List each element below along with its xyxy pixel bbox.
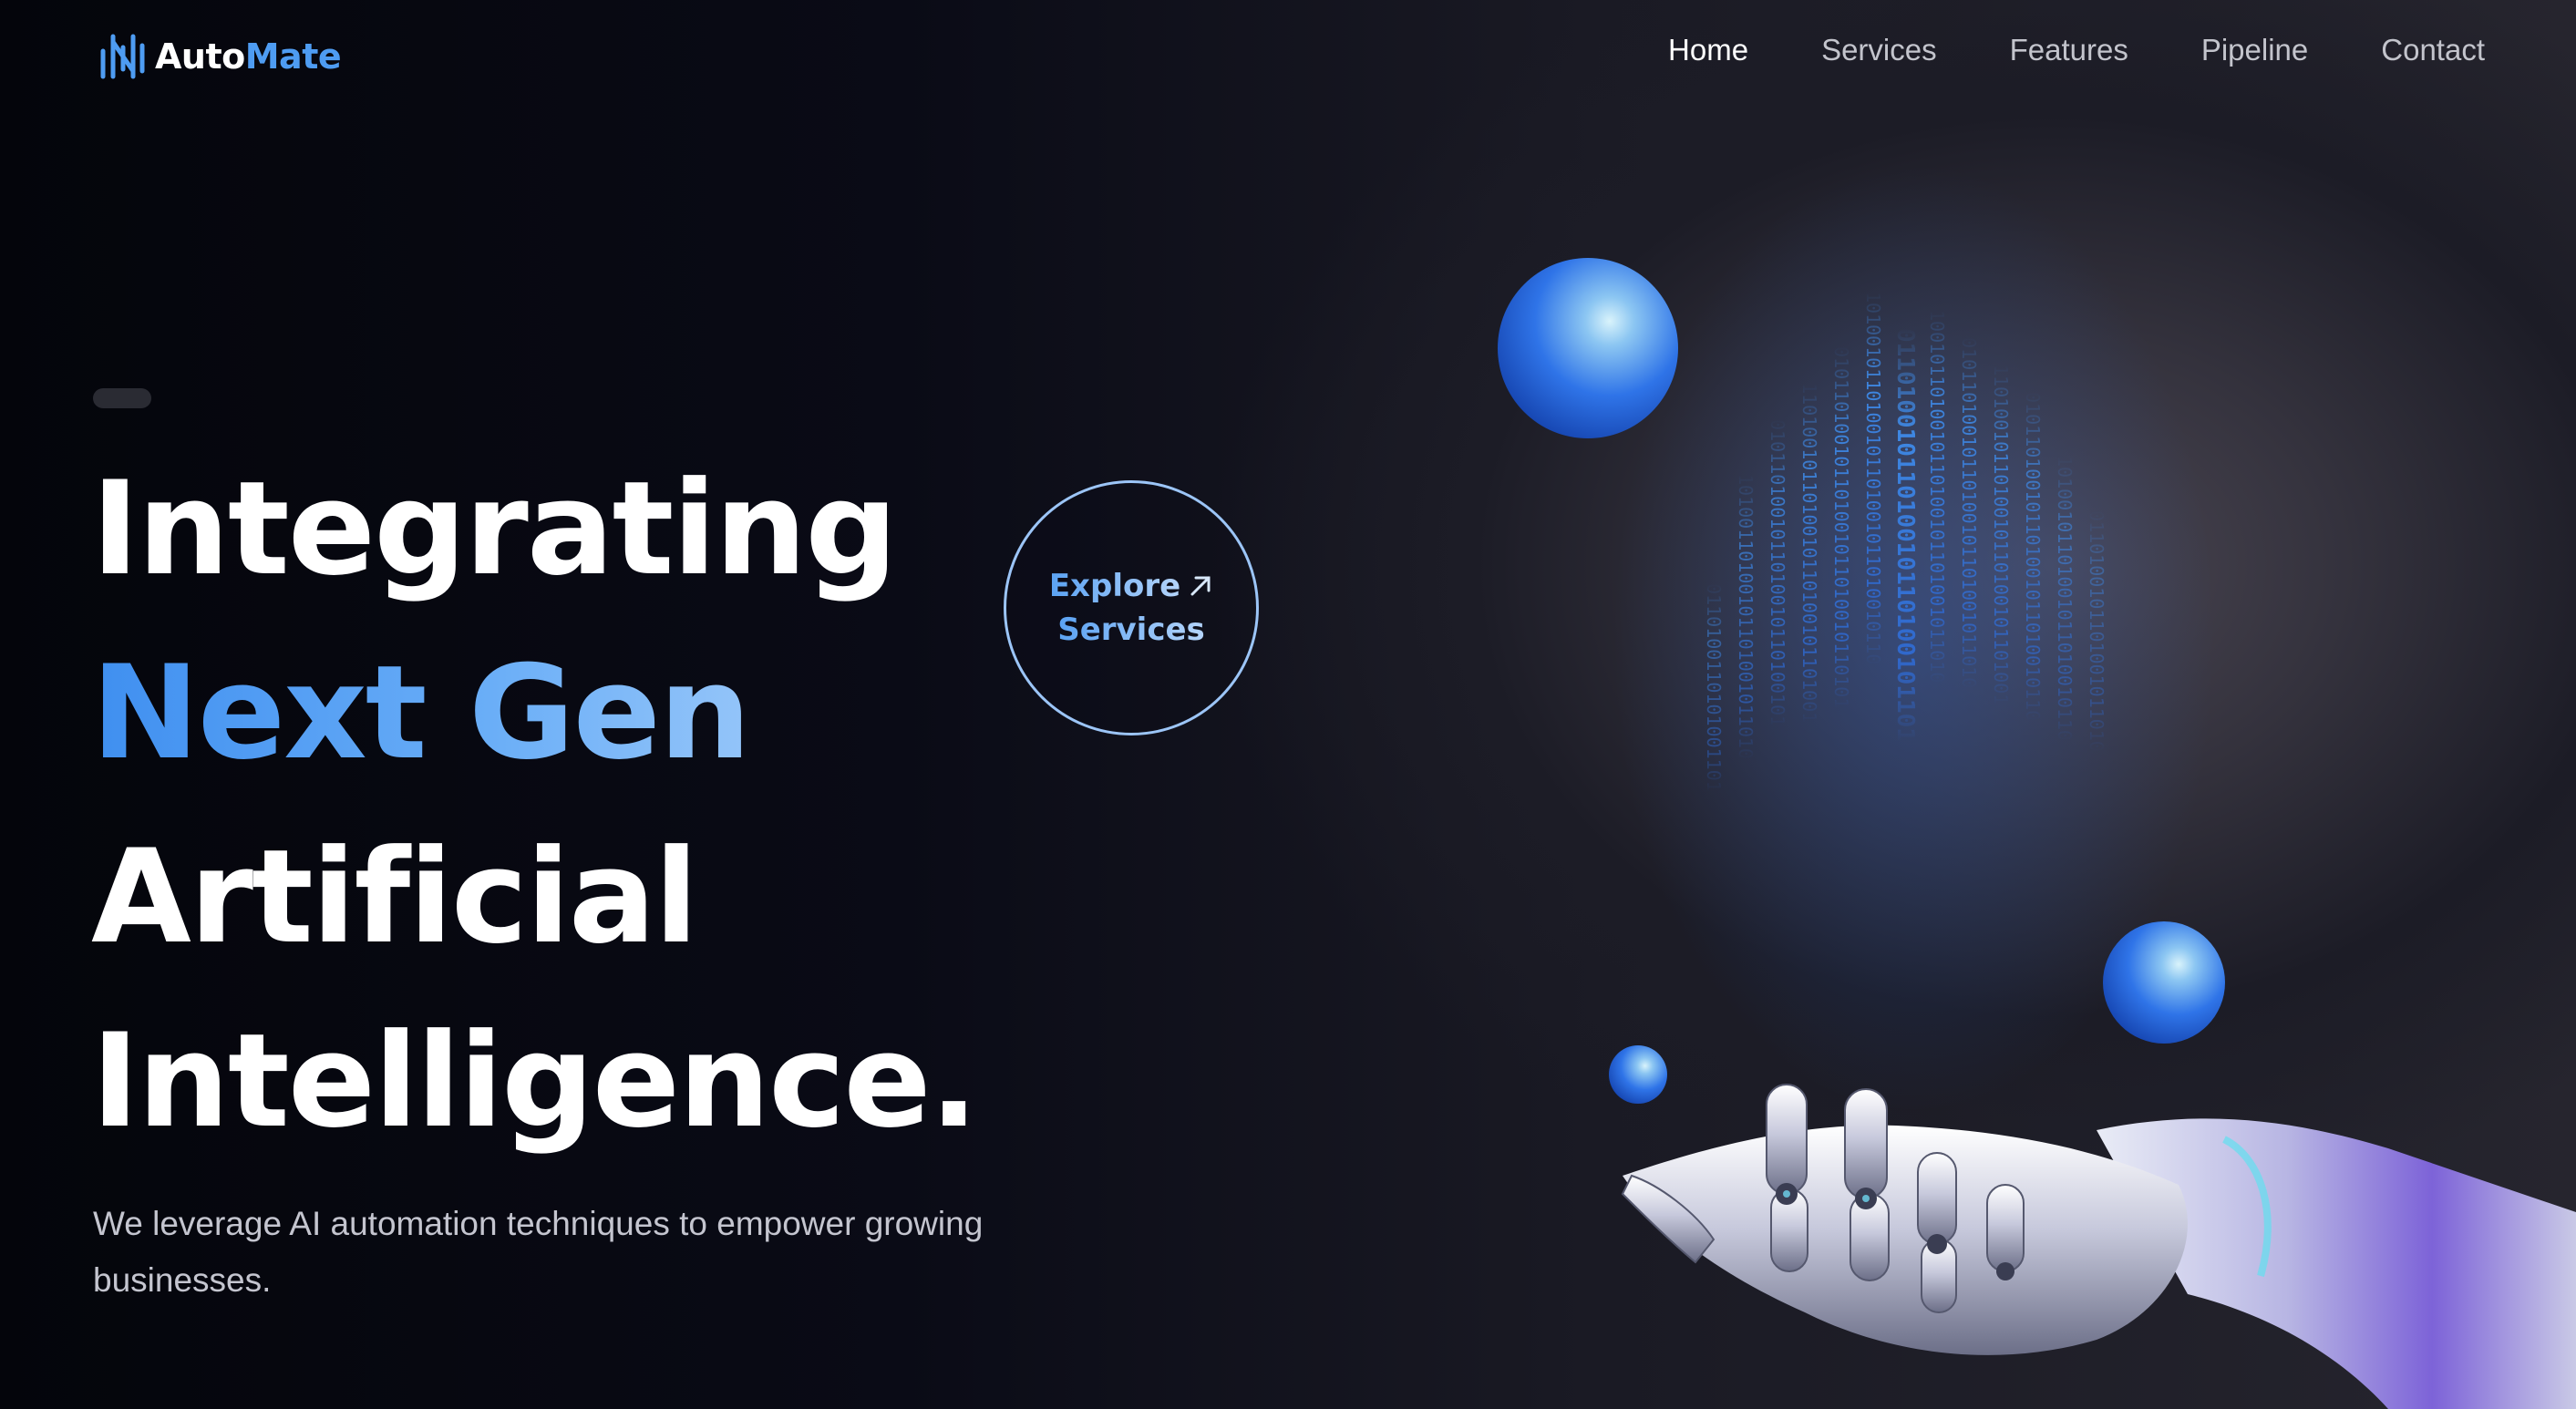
svg-text:10100101101001011010010110: 10100101101001011010010110 [2054,456,2076,741]
nav-item-home[interactable]: Home [1668,33,1748,67]
headline-line-4: Intelligence. [91,1006,979,1157]
svg-text:10100110100101101001011010: 10100110100101101001011010 [1735,474,1757,759]
cta-label-line2: Services [1057,608,1205,652]
cta-first-row: Explore [1049,564,1213,608]
nav-item-contact[interactable]: Contact [2381,33,2485,67]
svg-text:0101101001011010010110100101: 0101101001011010010110100101 [1767,419,1788,726]
svg-text:010110100101101001011010010110: 010110100101101001011010010110 [2022,392,2044,721]
binary-rain: 0110100110101001101 10100110100101101001… [1703,292,2107,792]
explore-services-button[interactable]: Explore Services [1004,480,1259,735]
sphere-medium [2103,921,2225,1044]
nav-item-pipeline[interactable]: Pipeline [2201,33,2308,67]
arrow-up-right-icon [1190,576,1211,596]
cta-label-line1: Explore [1049,564,1180,608]
nav-item-services[interactable]: Services [1821,33,1937,67]
sphere-large [1498,258,1678,438]
brand-name-part2: Mate [244,36,342,77]
brand-name: AutoMate [155,36,342,77]
hero-subtitle: We leverage AI automation techniques to … [93,1205,984,1299]
svg-text:01101001011010010110100101101: 01101001011010010110100101101 [1891,328,1919,742]
svg-text:110100101101001011010010110100: 1101001011010010110100101101001 [1798,383,1820,723]
svg-text:100101101001011010010110100101: 1001011010010110100101101001011010 [1926,310,1948,683]
brand-name-part1: Auto [155,36,245,77]
waveform-icon [100,34,145,79]
rain-glow [1613,164,2215,1112]
sphere-small [1609,1045,1667,1104]
nav-item-features[interactable]: Features [2010,33,2128,67]
brand-logo[interactable]: AutoMate [98,27,342,86]
landing-page: 0110100110101001101 10100110100101101001… [0,0,2576,1409]
svg-text:101001011010010110100101101001: 1010010110100101101001011010010110 [1862,292,1884,664]
headline-line-1: Integrating [91,454,898,604]
hero-headline: Integrating Next Gen Artificial Intellig… [91,437,979,1174]
svg-text:0110100110101001101: 0110100110101001101 [1703,583,1725,792]
headline-line-2-accent: Next Gen [91,622,977,806]
svg-text:010110100101101001011010010110: 010110100101101001011010010110101 [1830,346,1852,708]
svg-text:110100101101001011010010110100: 1101001011010010110100101101001 [1990,365,2012,704]
headline-line-3: Artificial [91,822,698,972]
robot-hand [1621,1084,2576,1409]
main-nav: Home Services Features Pipeline Contact [1668,33,2485,67]
svg-text:0110100101101001011010: 0110100101101001011010 [2086,510,2107,752]
svg-text:010110100101101001011010010110: 01011010010110100101101001011010 [1958,337,1980,688]
decorative-pill [93,388,151,408]
